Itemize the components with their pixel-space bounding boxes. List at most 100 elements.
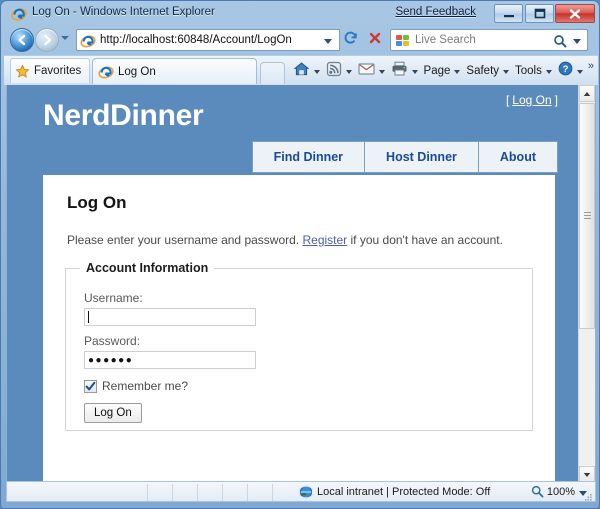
window-inner: Log On - Windows Internet Explorer Send …: [4, 3, 598, 507]
printer-icon: [391, 61, 408, 81]
status-divider: [197, 484, 198, 501]
back-arrow-icon: [11, 29, 33, 51]
nav-find-dinner[interactable]: Find Dinner: [251, 141, 365, 173]
search-dropdown-icon[interactable]: [573, 39, 581, 44]
text-caret: [88, 311, 89, 323]
help-caret-icon[interactable]: [576, 70, 583, 74]
nav-about[interactable]: About: [477, 141, 558, 173]
forward-button[interactable]: [35, 28, 59, 52]
status-divider: [272, 484, 273, 501]
intro-text-before: Please enter your username and password.: [67, 233, 300, 247]
address-input[interactable]: http://localhost:60848/Account/LogOn: [76, 29, 340, 51]
security-zone[interactable]: Local intranet | Protected Mode: Off: [298, 485, 491, 499]
globe-icon: [298, 485, 314, 499]
zoom-control[interactable]: 100%: [531, 485, 575, 498]
bracket-open: [: [505, 93, 510, 107]
minimize-icon: [495, 5, 522, 22]
security-zone-text: Local intranet | Protected Mode: Off: [317, 486, 491, 498]
print-caret-icon[interactable]: [411, 70, 418, 74]
refresh-button[interactable]: [340, 29, 362, 51]
close-icon: [556, 5, 594, 22]
title-bar: Log On - Windows Internet Explorer Send …: [4, 3, 598, 25]
window-title: Log On - Windows Internet Explorer: [32, 6, 215, 18]
safety-caret-icon: [503, 70, 510, 74]
search-go-icon[interactable]: [553, 34, 567, 51]
scrollbar-grip: [584, 212, 591, 220]
page-menu-label: Page: [423, 65, 451, 77]
page-title: Log On: [67, 193, 127, 212]
nerddinner-page: NerdDinner [Log On] Find Dinner Host Din…: [7, 85, 580, 483]
safety-menu-label: Safety: [466, 65, 500, 77]
toolbar-overflow-button[interactable]: »: [588, 60, 594, 72]
star-icon: [15, 64, 30, 79]
site-navigation: Find Dinner Host Dinner About: [251, 141, 558, 173]
minimize-button[interactable]: [494, 4, 523, 23]
favorites-label: Favorites: [34, 65, 82, 77]
help-menu[interactable]: ?: [555, 60, 586, 82]
refresh-icon: [343, 30, 359, 51]
caret-down-icon: [583, 472, 591, 477]
nav-host-dinner[interactable]: Host Dinner: [364, 141, 478, 173]
recent-pages-dropdown[interactable]: [61, 36, 69, 40]
logon-display: [Log On]: [506, 93, 558, 107]
maximize-button[interactable]: [525, 4, 554, 23]
new-tab-button[interactable]: [260, 62, 285, 84]
remember-me-row: Remember me?: [84, 379, 188, 393]
vertical-scrollbar[interactable]: [578, 85, 595, 483]
command-bar: Page Safety Tools ? »: [290, 60, 594, 82]
site-title: NerdDinner: [43, 99, 204, 132]
tab-log-on[interactable]: Log On: [92, 58, 257, 84]
password-input[interactable]: ●●●●●●: [84, 351, 256, 369]
help-icon: ?: [558, 61, 573, 81]
resize-grip[interactable]: [583, 490, 593, 501]
status-bar: Local intranet | Protected Mode: Off 100…: [6, 481, 596, 502]
checkmark-icon: [85, 381, 96, 390]
status-divider: [247, 484, 248, 501]
page-caret-icon: [454, 70, 461, 74]
maximize-icon: [526, 5, 553, 22]
scrollbar-thumb[interactable]: [579, 103, 595, 329]
address-dropdown-icon[interactable]: [324, 39, 332, 44]
scroll-up-button[interactable]: [579, 85, 595, 102]
back-button[interactable]: [10, 28, 34, 52]
username-input[interactable]: [84, 308, 256, 326]
feeds-button[interactable]: [323, 60, 355, 82]
home-caret-icon[interactable]: [313, 70, 320, 74]
tools-menu-label: Tools: [515, 65, 542, 77]
send-feedback-link[interactable]: Send Feedback: [395, 6, 476, 18]
browser-window: Log On - Windows Internet Explorer Send …: [0, 0, 600, 509]
magnifier-icon: [531, 485, 544, 498]
tab-label: Log On: [118, 65, 156, 78]
close-button[interactable]: [555, 4, 595, 23]
remember-me-label[interactable]: Remember me?: [102, 379, 188, 393]
feeds-caret-icon[interactable]: [345, 70, 352, 74]
password-value: ●●●●●●: [88, 354, 134, 366]
tools-caret-icon: [545, 70, 552, 74]
content-panel: Log On Please enter your username and pa…: [43, 175, 555, 483]
safety-menu[interactable]: Safety: [463, 60, 512, 82]
forward-arrow-icon: [36, 29, 58, 51]
logon-submit-button[interactable]: Log On: [84, 403, 142, 423]
mail-icon: [357, 62, 375, 80]
favorites-button[interactable]: Favorites: [10, 58, 91, 83]
remember-me-checkbox[interactable]: [84, 379, 97, 393]
search-input[interactable]: Live Search: [390, 29, 588, 51]
home-button[interactable]: [290, 60, 323, 82]
address-text: http://localhost:60848/Account/LogOn: [100, 34, 292, 46]
status-divider: [172, 484, 173, 501]
stop-button[interactable]: [364, 29, 386, 51]
mail-button[interactable]: [355, 60, 388, 82]
status-divider: [222, 484, 223, 501]
register-link[interactable]: Register: [302, 233, 347, 247]
print-button[interactable]: [388, 60, 421, 82]
page-menu[interactable]: Page: [421, 60, 464, 82]
password-label: Password:: [84, 334, 141, 348]
tools-menu[interactable]: Tools: [512, 60, 555, 82]
stop-icon: [368, 31, 382, 50]
intro-text-after: if you don't have an account.: [350, 233, 503, 247]
search-provider-icon: [395, 33, 410, 48]
caret-up-icon: [583, 91, 591, 96]
header-logon-link[interactable]: Log On: [512, 93, 551, 107]
svg-text:?: ?: [562, 64, 568, 75]
mail-caret-icon[interactable]: [378, 70, 385, 74]
